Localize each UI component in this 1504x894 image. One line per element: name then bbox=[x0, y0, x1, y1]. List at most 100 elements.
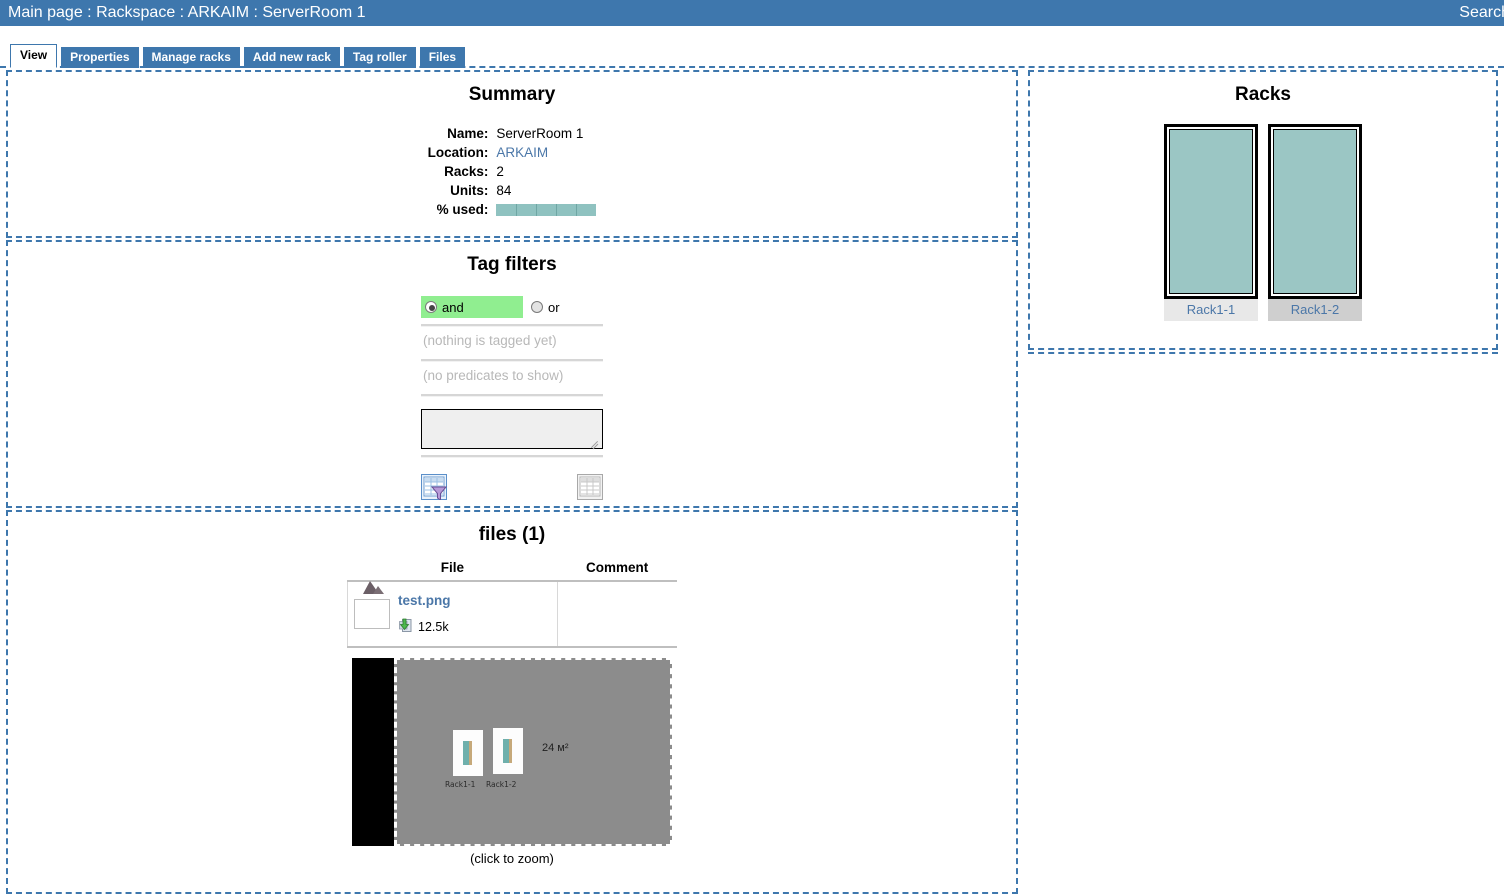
tag-filters-panel: Tag filters and or (nothing is tagged ye… bbox=[6, 240, 1018, 508]
page-body: Summary Name: ServerRoom 1 Location: ARK… bbox=[0, 70, 1504, 894]
rack-thumbnail[interactable] bbox=[1268, 124, 1362, 299]
file-preview: Rack1-1 Rack1-2 24 м² (click to zoom) bbox=[352, 658, 672, 866]
summary-key-percent-used: % used: bbox=[436, 202, 489, 217]
file-info: test.png 12.5k bbox=[398, 593, 451, 636]
tab-list: View Properties Manage racks Add new rac… bbox=[10, 44, 466, 68]
rack-glyph-icon bbox=[463, 741, 472, 765]
image-thumbnail[interactable] bbox=[354, 581, 390, 629]
floorplan-rack-2 bbox=[493, 728, 523, 774]
tag-filter-mode-or-label: or bbox=[548, 299, 560, 315]
floorplan-rack-2-label: Rack1-2 bbox=[486, 780, 517, 789]
breadcrumb-arkaim[interactable]: ARKAIM bbox=[188, 4, 249, 21]
right-column: Racks Rack1-1 Rack1-2 bbox=[1028, 70, 1498, 354]
summary-value-units: 84 bbox=[496, 183, 512, 198]
summary-key-location: Location: bbox=[427, 145, 489, 160]
apply-filter-icon[interactable] bbox=[421, 474, 448, 503]
file-name-link[interactable]: test.png bbox=[398, 593, 451, 608]
summary-key-units: Units: bbox=[450, 183, 489, 198]
left-column: Summary Name: ServerRoom 1 Location: ARK… bbox=[6, 70, 1018, 894]
tag-filter-mode-group: and or bbox=[421, 296, 603, 318]
files-table: File Comment test.png 12.5k bbox=[347, 560, 677, 648]
files-panel: files (1) File Comment test.png 12.5k Ra… bbox=[6, 510, 1018, 894]
breadcrumb-separator: : bbox=[175, 4, 188, 21]
summary-row-location: Location: ARKAIM bbox=[428, 143, 597, 162]
floorplan-rack-1-label: Rack1-1 bbox=[445, 780, 476, 789]
breadcrumb-separator: : bbox=[82, 4, 97, 21]
summary-row-name: Name: ServerRoom 1 bbox=[428, 124, 597, 143]
tab-view[interactable]: View bbox=[10, 44, 58, 68]
tag-filter-divider bbox=[421, 455, 603, 458]
summary-table: Name: ServerRoom 1 Location: ARKAIM Rack… bbox=[428, 124, 597, 219]
file-size: 12.5k bbox=[418, 619, 449, 634]
files-cell-file: test.png 12.5k bbox=[347, 581, 558, 648]
files-column-comment: Comment bbox=[557, 560, 677, 582]
tab-add-new-rack[interactable]: Add new rack bbox=[243, 47, 340, 68]
tag-filter-buttons bbox=[421, 474, 603, 503]
percent-used-bar bbox=[496, 204, 597, 217]
reset-filter-icon[interactable] bbox=[577, 474, 603, 503]
tab-strip: View Properties Manage racks Add new rac… bbox=[0, 26, 1504, 68]
rack-glyph-icon bbox=[503, 739, 512, 763]
tag-filters-title: Tag filters bbox=[467, 254, 557, 275]
summary-title: Summary bbox=[468, 84, 556, 105]
tag-filter-nothing-tagged: (nothing is tagged yet) bbox=[423, 333, 557, 348]
rack-body bbox=[1273, 129, 1357, 294]
breadcrumb-separator: : bbox=[249, 4, 263, 21]
racks-list: Rack1-1 Rack1-2 bbox=[1030, 124, 1496, 321]
tag-filter-mode-and[interactable]: and bbox=[421, 296, 523, 318]
floorplan-area-label: 24 м² bbox=[542, 742, 569, 754]
download-icon[interactable] bbox=[398, 618, 413, 636]
floorplan-canvas: Rack1-1 Rack1-2 24 м² bbox=[394, 658, 672, 846]
files-table-body: test.png 12.5k bbox=[347, 581, 677, 648]
tag-filter-mode-or[interactable]: or bbox=[523, 296, 560, 318]
tab-files[interactable]: Files bbox=[419, 47, 466, 68]
right-empty-panel-divider bbox=[1028, 352, 1498, 354]
tab-properties[interactable]: Properties bbox=[61, 47, 139, 68]
file-size-row: 12.5k bbox=[398, 618, 451, 636]
summary-value-location-cell: ARKAIM bbox=[496, 143, 596, 162]
files-table-head: File Comment bbox=[347, 560, 677, 582]
files-cell-comment bbox=[557, 581, 677, 648]
tag-filter-textarea[interactable] bbox=[421, 409, 603, 450]
summary-row-units: Units: 84 bbox=[428, 181, 597, 200]
breadcrumb-rackspace[interactable]: Rackspace bbox=[96, 4, 175, 21]
rack-thumbnail[interactable] bbox=[1164, 124, 1258, 299]
floorplan-rack-1 bbox=[453, 730, 483, 776]
preview-caption[interactable]: (click to zoom) bbox=[352, 851, 672, 866]
racks-panel: Racks Rack1-1 Rack1-2 bbox=[1028, 70, 1498, 350]
tag-filter-divider bbox=[421, 394, 603, 397]
file-entry: test.png 12.5k bbox=[348, 581, 557, 641]
top-header-bar: Main page : Rackspace : ARKAIM : ServerR… bbox=[0, 0, 1504, 26]
summary-panel: Summary Name: ServerRoom 1 Location: ARK… bbox=[6, 70, 1018, 238]
tag-filters-body: and or (nothing is tagged yet) (no predi… bbox=[421, 296, 603, 503]
radio-or-icon[interactable] bbox=[531, 301, 543, 313]
rack-label-rack1-2[interactable]: Rack1-2 bbox=[1268, 299, 1362, 321]
files-header-row: File Comment bbox=[347, 560, 677, 582]
rack-item-rack1-2[interactable]: Rack1-2 bbox=[1268, 124, 1362, 321]
breadcrumb-main-page[interactable]: Main page bbox=[8, 4, 83, 21]
files-column-file: File bbox=[347, 560, 558, 582]
preview-image[interactable]: Rack1-1 Rack1-2 24 м² bbox=[352, 658, 672, 846]
breadcrumb: Main page : Rackspace : ARKAIM : ServerR… bbox=[0, 4, 366, 22]
rack-item-rack1-1[interactable]: Rack1-1 bbox=[1164, 124, 1258, 321]
resize-grip-icon[interactable] bbox=[589, 436, 600, 450]
summary-value-percent-used-cell bbox=[496, 200, 597, 219]
summary-value-location[interactable]: ARKAIM bbox=[496, 145, 548, 160]
rack-label-rack1-1[interactable]: Rack1-1 bbox=[1164, 299, 1258, 321]
radio-and-icon[interactable] bbox=[425, 301, 437, 313]
files-title: files (1) bbox=[478, 524, 546, 545]
tag-filter-no-predicates: (no predicates to show) bbox=[423, 368, 564, 383]
rack-body bbox=[1169, 129, 1253, 294]
summary-key-name: Name: bbox=[447, 126, 489, 141]
summary-row-percent-used: % used: bbox=[428, 200, 597, 219]
racks-title: Racks bbox=[1235, 84, 1291, 105]
summary-key-racks: Racks: bbox=[444, 164, 489, 179]
summary-row-racks: Racks: 2 bbox=[428, 162, 597, 181]
table-row: test.png 12.5k bbox=[347, 581, 677, 648]
search-link[interactable]: Search bbox=[1459, 4, 1504, 22]
tab-tag-roller[interactable]: Tag roller bbox=[343, 47, 416, 68]
summary-value-racks: 2 bbox=[496, 164, 504, 179]
breadcrumb-serverroom-1: ServerRoom 1 bbox=[262, 4, 366, 21]
tab-manage-racks[interactable]: Manage racks bbox=[142, 47, 240, 68]
tag-filter-mode-and-label: and bbox=[442, 299, 464, 315]
